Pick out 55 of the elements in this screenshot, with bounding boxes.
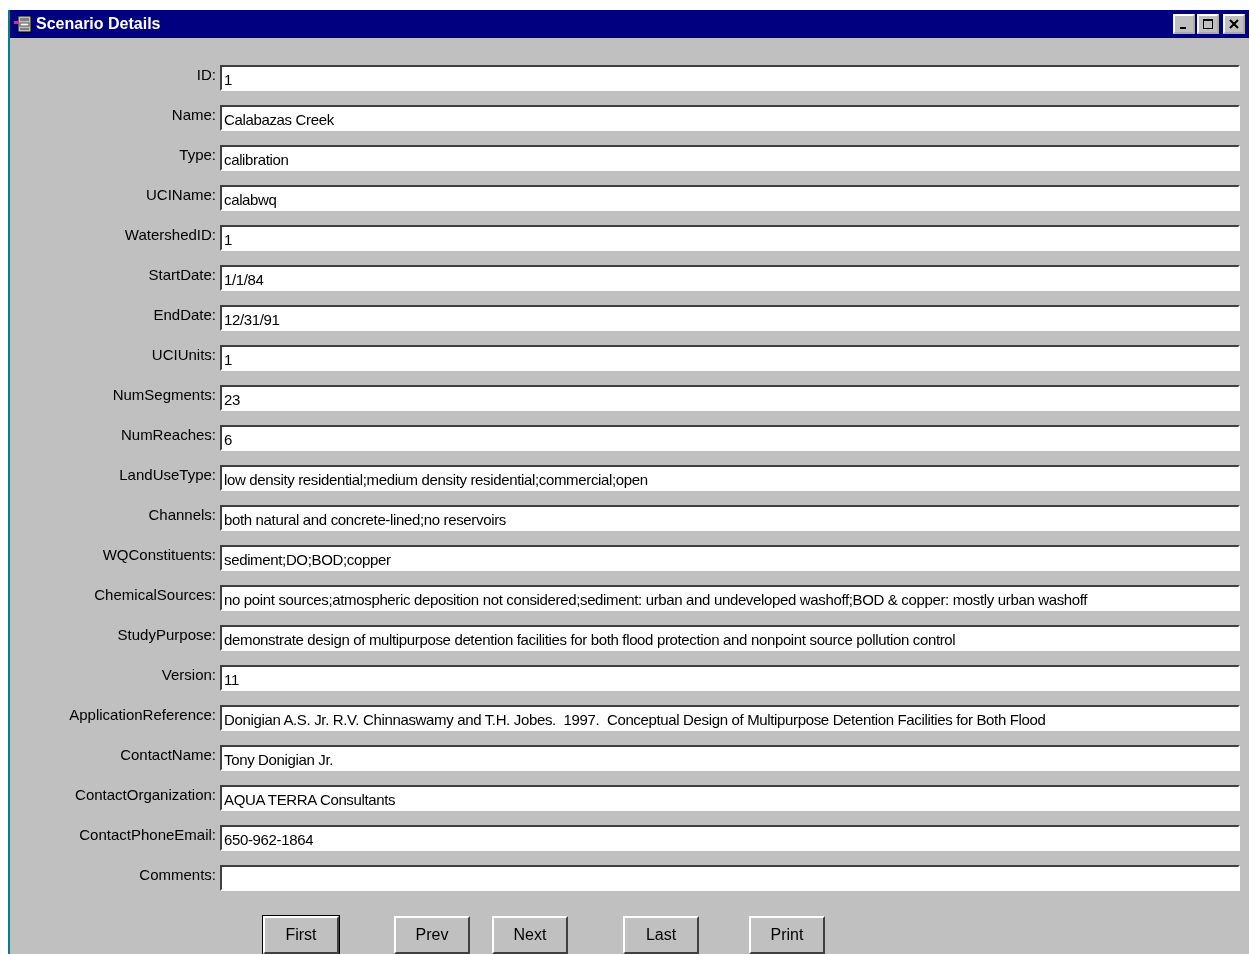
window-title: Scenario Details [36,15,161,33]
field-label: ChemicalSources: [93,585,217,603]
field-label: LandUseType: [118,465,217,483]
field-label: Comments: [138,865,217,883]
nav-button[interactable]: Prev [394,916,470,954]
field-label: StudyPurpose: [116,625,217,643]
close-button[interactable] [1223,14,1245,34]
input-field[interactable]: 1 [220,225,1240,251]
close-icon [1229,19,1239,29]
nav-button[interactable]: Last [623,916,699,954]
input-field[interactable]: demonstrate design of multipurpose detention facilities for both flood protection and nonpoint source pollution control [220,625,1240,651]
field-label: UCIUnits: [150,345,217,363]
field-label: NumReaches: [119,425,217,443]
input-field[interactable]: 12/31/91 [220,305,1240,331]
input-field[interactable]: 650-962-1864 [220,825,1240,851]
field-label: WatershedID: [123,225,217,243]
input-field[interactable]: 1 [220,345,1240,371]
input-field[interactable]: sediment;DO;BOD;copper [220,545,1240,571]
input-field[interactable]: 6 [220,425,1240,451]
field-label: UCIName: [145,185,217,203]
input-field[interactable]: 11 [220,665,1240,691]
input-field[interactable]: calabwq [220,185,1240,211]
input-field[interactable]: Donigian A.S. Jr. R.V. Chinnaswamy and T.H. Jobes. 1997. Conceptual Design of Multipurpose Detention Facilities for Both Flood [220,705,1240,731]
field-label: Name: [170,105,217,123]
field-label: Version: [160,665,217,683]
field-label: Channels: [147,505,217,523]
input-field[interactable]: 1/1/84 [220,265,1240,291]
input-field[interactable]: low density residential;medium density residential;commercial;open [220,465,1240,491]
field-label: EndDate: [152,305,217,323]
app-icon [14,15,32,33]
input-field[interactable]: AQUA TERRA Consultants [220,785,1240,811]
input-field[interactable]: Calabazas Creek [220,105,1240,131]
nav-button[interactable]: First [263,916,339,954]
field-label: StartDate: [147,265,217,283]
input-field[interactable]: no point sources;atmospheric deposition not considered;sediment: urban and undeveloped washoff;BOD & copper: mostly urban washoff [220,585,1240,611]
minimize-icon [1180,27,1186,29]
input-field[interactable] [220,865,1240,891]
field-label: ContactOrganization: [74,785,217,803]
input-field[interactable]: 23 [220,385,1240,411]
input-field[interactable]: Tony Donigian Jr. [220,745,1240,771]
nav-button[interactable]: Next [492,916,568,954]
field-label: WQConstituents: [101,545,217,563]
input-field[interactable]: calibration [220,145,1240,171]
input-field[interactable]: both natural and concrete-lined;no reservoirs [220,505,1240,531]
minimize-button[interactable] [1173,14,1195,34]
input-field[interactable]: 1 [220,65,1240,91]
field-label: NumSegments: [111,385,217,403]
nav-button[interactable]: Print [749,916,825,954]
field-label: Type: [178,145,217,163]
maximize-button[interactable] [1197,14,1219,34]
maximize-icon [1203,19,1213,29]
field-label: ID: [195,65,217,83]
field-label: ApplicationReference: [68,705,217,723]
field-label: ContactName: [119,745,217,763]
field-label: ContactPhoneEmail: [78,825,217,843]
